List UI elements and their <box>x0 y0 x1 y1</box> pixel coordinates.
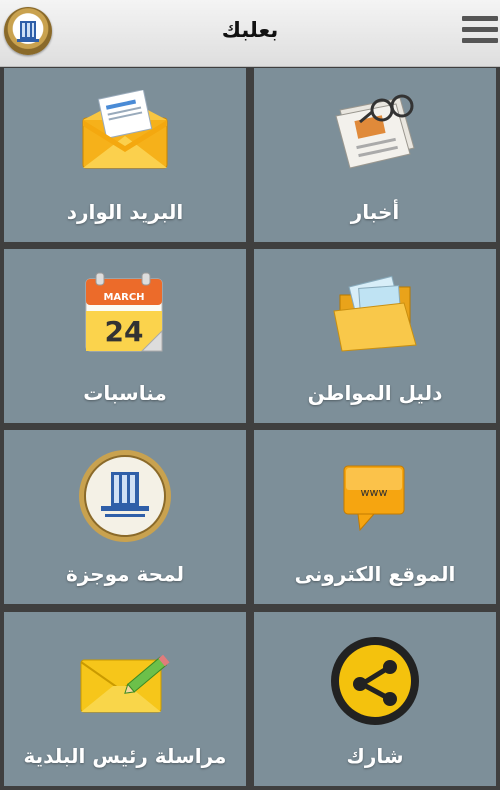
letter-pencil-icon <box>77 650 173 720</box>
tile-contact-mayor[interactable]: مراسلة رئيس البلدية <box>4 612 246 786</box>
calendar-icon: MARCH 24 <box>80 271 170 359</box>
calendar-month: MARCH <box>103 292 144 303</box>
header-bar: بعلبك <box>0 0 500 67</box>
newspaper-icon <box>330 90 420 174</box>
tile-label: الموقع الكترونى <box>294 562 456 586</box>
tile-label: مناسبات <box>83 381 167 405</box>
tile-inbox[interactable]: البريد الوارد <box>4 68 246 242</box>
tile-label: أخبار <box>350 200 400 224</box>
tile-label: دليل المواطن <box>307 381 443 405</box>
menu-grid: البريد الوارد أخبار MARCH 24 مناسبات دلي… <box>0 66 500 790</box>
municipality-seal-icon <box>77 448 173 548</box>
tile-label: لمحة موجزة <box>65 562 184 586</box>
tile-share[interactable]: شارك <box>254 612 496 786</box>
tile-events[interactable]: MARCH 24 مناسبات <box>4 249 246 423</box>
tile-website[interactable]: www الموقع الكترونى <box>254 430 496 604</box>
app-screen: بعلبك البريد الوارد أخبار MARCH 24 مناسب… <box>0 0 500 790</box>
website-sign-icon: www <box>340 462 410 538</box>
tile-citizen-guide[interactable]: دليل المواطن <box>254 249 496 423</box>
tile-label: شارك <box>346 744 404 768</box>
app-title: بعلبك <box>221 18 279 42</box>
tile-label: البريد الوارد <box>66 200 184 224</box>
calendar-day: 24 <box>105 315 144 348</box>
tile-label: مراسلة رئيس البلدية <box>23 744 227 768</box>
tile-news[interactable]: أخبار <box>254 68 496 242</box>
folder-icon <box>330 271 420 359</box>
tile-overview[interactable]: لمحة موجزة <box>4 430 246 604</box>
hamburger-menu-icon[interactable] <box>462 16 498 48</box>
website-sign-text: www <box>361 486 388 499</box>
share-icon <box>330 636 420 730</box>
inbox-envelope-icon <box>80 89 170 174</box>
